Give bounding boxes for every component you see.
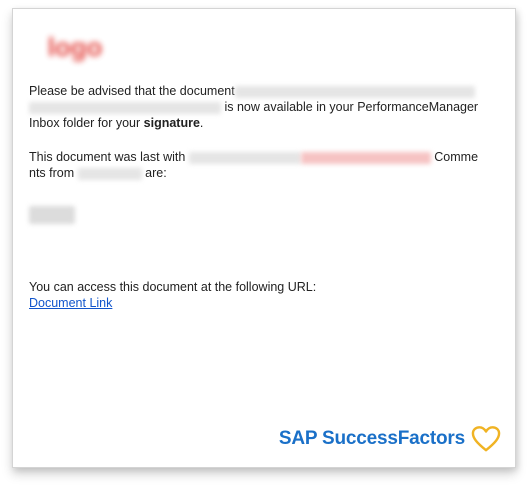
notice-text-middle: is now available in your PerformanceMana… <box>224 100 479 114</box>
access-text: You can access this document at the foll… <box>29 280 317 294</box>
last-with-text: This document was last with <box>29 150 186 164</box>
company-logo: logo <box>47 32 103 62</box>
comments-text-1: Comme <box>434 150 479 164</box>
notice-paragraph: Please be advised that the document is n… <box>29 83 501 131</box>
are-text: are: <box>145 166 167 180</box>
period-text: . <box>199 116 204 130</box>
notice-text-line3: Inbox folder for your <box>29 116 144 130</box>
document-link[interactable]: Document Link <box>29 296 112 310</box>
signature-text: signature <box>143 116 200 130</box>
redacted-comment <box>29 206 75 224</box>
comments-text-2: nts from <box>29 166 75 180</box>
heart-icon <box>471 426 501 452</box>
redacted-commenter <box>77 167 142 180</box>
redacted-document-name-cont <box>29 101 221 114</box>
redacted-person <box>188 151 301 164</box>
brand-footer: SAP SuccessFactors <box>279 425 501 453</box>
brand-name: SAP SuccessFactors <box>278 428 465 449</box>
notice-text-start: Please be advised that the document <box>29 84 235 98</box>
comment-quote <box>29 206 501 224</box>
last-with-paragraph: This document was last with Comme nts fr… <box>29 149 501 181</box>
redacted-document-name <box>234 85 475 98</box>
redacted-date <box>300 151 431 164</box>
access-paragraph: You can access this document at the foll… <box>29 279 501 311</box>
email-card: logo Please be advised that the document… <box>12 8 516 468</box>
